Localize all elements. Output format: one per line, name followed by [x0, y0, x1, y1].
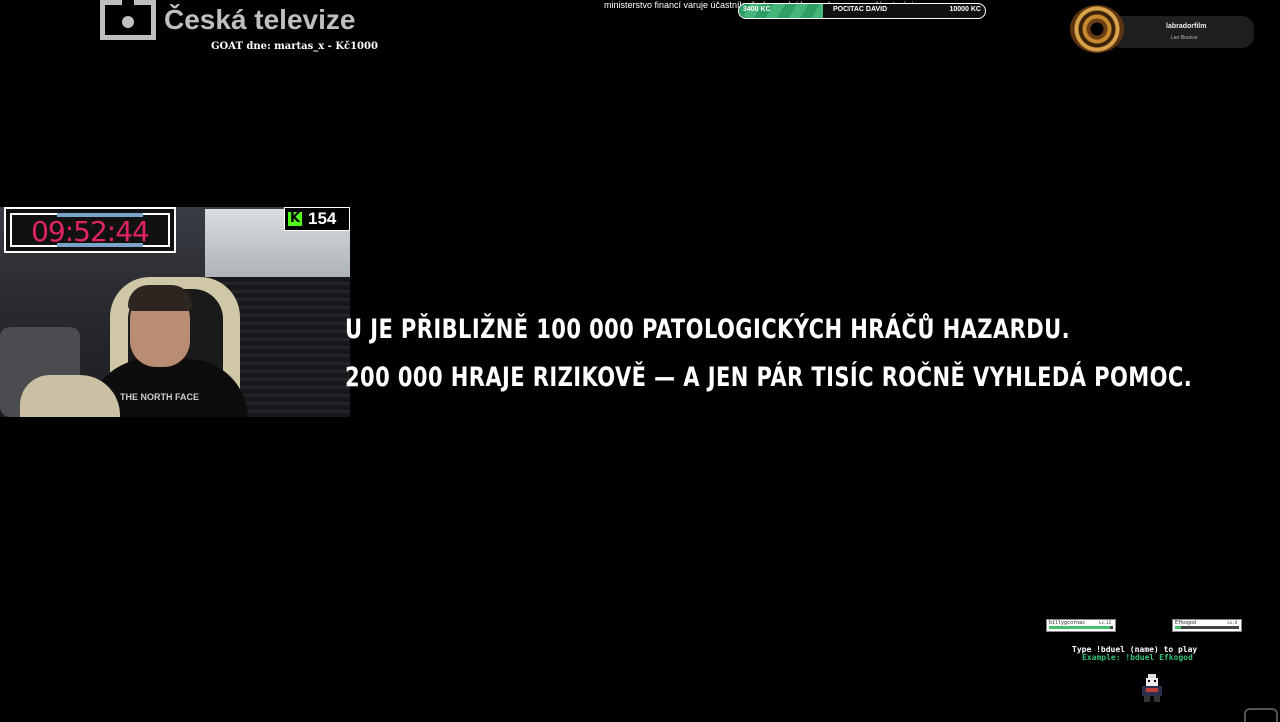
donation-goal-bar: 3400 KC POCITAC DAVID 10000 KC	[738, 3, 986, 19]
timer-value: 09:52:44	[31, 215, 150, 248]
shirt-logo: THE NORTH FACE	[120, 392, 200, 402]
stream-timer: 09:52:44	[4, 207, 176, 253]
now-playing-subtitle: Leo Bounce	[1171, 35, 1198, 41]
goal-title: POCITAC DAVID	[833, 6, 888, 13]
duel-example-text: Example: !bduel Efkogod	[1082, 653, 1193, 662]
viewer-count-badge: K 154	[284, 207, 350, 231]
duel-player-1-level: Lv.13	[1098, 620, 1111, 625]
pixel-character-icon	[1140, 674, 1164, 702]
duel-player-2-card: Efkogod Lv.4	[1172, 619, 1242, 632]
channel-name: Česká televize	[164, 4, 356, 35]
goal-target-amount: 10000 KC	[949, 6, 981, 13]
duel-player-2-hp-track	[1175, 626, 1239, 629]
duel-player-1-card: billygcornac Lv.13	[1046, 619, 1116, 632]
duel-player-1-hp-fill	[1049, 626, 1110, 629]
kick-icon: K	[288, 211, 302, 226]
duel-player-1-hp-track	[1049, 626, 1113, 629]
now-playing-pill	[1110, 16, 1254, 48]
subtitle-line-1: U JE PŘIBLIŽNĚ 100 000 PATOLOGICKÝCH HRÁ…	[345, 314, 1071, 345]
vinyl-record-icon	[1070, 5, 1124, 53]
duel-player-2-level: Lv.4	[1227, 620, 1237, 625]
ct-logo-icon	[99, 0, 157, 41]
duel-player-2-hp-fill	[1175, 626, 1182, 629]
webcam-person-hair	[128, 285, 192, 311]
viewer-count: 154	[308, 209, 337, 228]
now-playing-title: labradorfilm	[1166, 23, 1207, 30]
now-playing-widget: labradorfilm Leo Bounce	[1066, 5, 1254, 53]
goal-current-amount: 3400 KC	[743, 6, 771, 13]
channel-logo: Česká televize	[99, 0, 356, 41]
subtitle-line-2: 200 000 HRAJE RIZIKOVĚ — A JEN PÁR TISÍC…	[345, 362, 1193, 393]
goat-of-day: GOAT dne: martas_x - Kč1000	[211, 41, 378, 52]
